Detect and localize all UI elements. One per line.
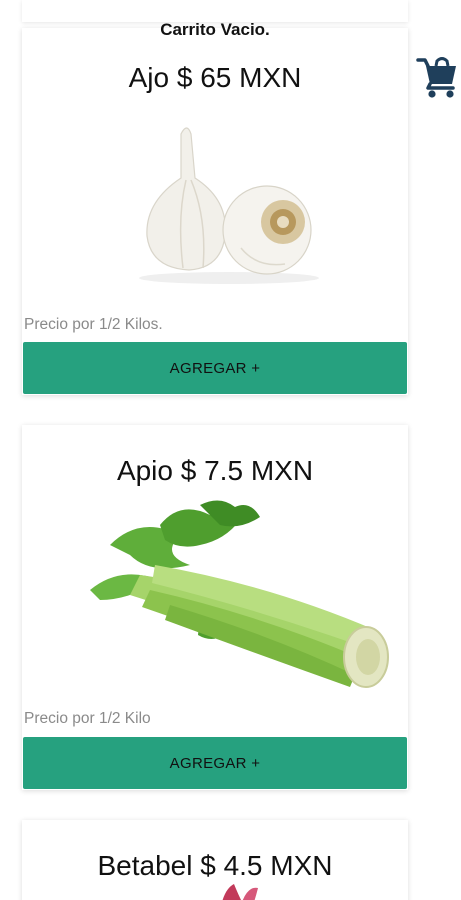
product-card-betabel: Betabel $ 4.5 MXN [22, 820, 408, 900]
beet-image [222, 884, 258, 900]
unit-label: Precio por 1/2 Kilo [24, 710, 151, 727]
previous-card-edge [22, 0, 408, 22]
unit-label: Precio por 1/2 Kilos. [24, 316, 163, 333]
product-card-apio: Apio $ 7.5 MXN Precio por 1/2 Kilo AGREG… [22, 425, 408, 790]
garlic-image [139, 127, 319, 284]
product-title: Apio $ 7.5 MXN [116, 455, 314, 486]
product-title: Betabel $ 4.5 MXN [97, 850, 333, 881]
cart-status-text: Carrito Vacio. [160, 20, 270, 39]
add-to-cart-button[interactable]: AGREGAR + [23, 737, 407, 789]
shopping-cart-icon[interactable] [416, 54, 458, 100]
add-to-cart-button[interactable]: AGREGAR + [23, 342, 407, 394]
product-title: Ajo $ 65 MXN [128, 62, 302, 93]
product-list-screen: Carrito Vacio. Ajo $ 65 MXN Precio por 1… [0, 0, 461, 900]
product-card-ajo: Ajo $ 65 MXN Precio por 1/2 Kilos. AGREG… [22, 28, 408, 395]
celery-image [90, 500, 389, 688]
